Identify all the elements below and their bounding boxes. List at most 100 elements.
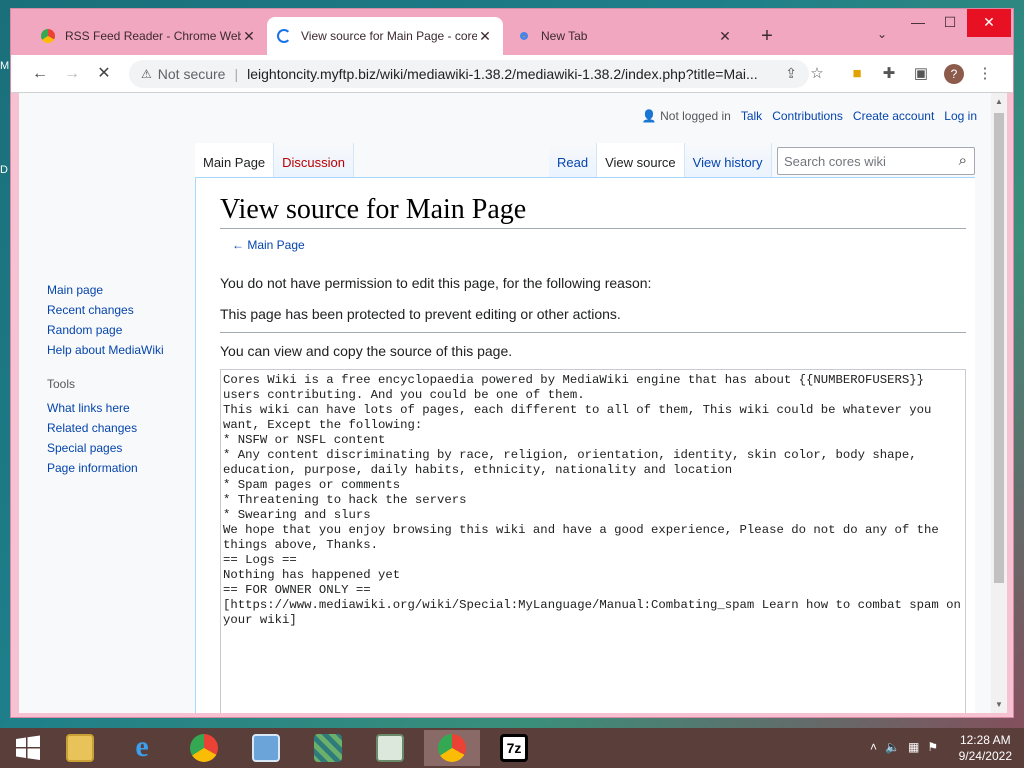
tab-label: View source for Main Page - core	[301, 29, 477, 43]
sidebar-item-what-links-here[interactable]: What links here	[47, 401, 164, 415]
view-tabs: Read View source View history	[549, 143, 772, 177]
internet-explorer-button[interactable]: e	[114, 730, 170, 766]
media-window-icon	[376, 734, 404, 762]
rss-extension-icon[interactable]: ■	[847, 64, 867, 84]
tab-main-page[interactable]: Main Page	[195, 143, 275, 177]
browser-window: RSS Feed Reader - Chrome Web ✕ View sour…	[10, 8, 1014, 718]
status-text: Not logged in	[660, 109, 731, 123]
wiki-search-box[interactable]: ⌕	[777, 147, 975, 175]
forward-arrow-icon[interactable]: →	[61, 63, 83, 85]
minimize-button[interactable]: —	[901, 9, 935, 37]
chrome-active-icon	[438, 734, 466, 762]
taskbar: e 7z ˄ 🔈 ▦ ⚑ 12:28 AM 9/24/2022	[0, 728, 1024, 768]
scroll-up-icon[interactable]: ▲	[991, 97, 1007, 106]
close-tab-icon[interactable]: ✕	[241, 28, 257, 45]
sidebar-item-main-page[interactable]: Main page	[47, 283, 164, 297]
source-textarea[interactable]: Cores Wiki is a free encyclopaedia power…	[220, 368, 966, 713]
bookmark-star-icon[interactable]: ☆	[807, 64, 827, 84]
tab-read[interactable]: Read	[549, 143, 598, 177]
close-tab-icon[interactable]: ✕	[717, 28, 733, 45]
close-window-button[interactable]: ✕	[967, 9, 1011, 37]
chevron-up-icon[interactable]: ˄	[870, 740, 877, 754]
tab-rss-feed-reader[interactable]: RSS Feed Reader - Chrome Web ✕	[31, 17, 267, 55]
page-scrollbar[interactable]: ▲ ▼	[991, 93, 1007, 713]
tab-discussion[interactable]: Discussion	[274, 143, 355, 177]
internet-explorer-icon: e	[135, 730, 149, 763]
desktop-fragment-m: M	[0, 60, 10, 72]
protected-message: This page has been protected to prevent …	[220, 306, 966, 333]
desktop-fragment-d: D	[0, 164, 8, 176]
maximize-button[interactable]: ☐	[933, 9, 967, 37]
personal-tools: 👤 Not logged in Talk Contributions Creat…	[642, 109, 977, 123]
sidebar-item-recent-changes[interactable]: Recent changes	[47, 303, 164, 317]
network-app-button[interactable]	[300, 730, 356, 766]
content-area: View source for Main Page ← Main Page Yo…	[195, 177, 975, 713]
file-explorer-button[interactable]	[52, 730, 108, 766]
tab-label: RSS Feed Reader - Chrome Web	[65, 29, 241, 43]
contributions-link[interactable]: Contributions	[772, 109, 843, 123]
namespace-tabs: Main Page Discussion	[195, 143, 355, 177]
sidebar: Main page Recent changes Random page Hel…	[47, 283, 164, 481]
start-button[interactable]	[0, 730, 56, 766]
scroll-down-icon[interactable]: ▼	[991, 700, 1007, 709]
browser-toolbar: ← → ✕ ⚠ Not secure | leightoncity.myftp.…	[11, 55, 1013, 93]
clock-time: 12:28 AM	[959, 733, 1011, 747]
tab-view-history[interactable]: View history	[684, 143, 772, 177]
sidebar-item-special-pages[interactable]: Special pages	[47, 441, 164, 455]
search-icon[interactable]: ⌕	[959, 152, 967, 169]
chrome-active-button[interactable]	[424, 730, 480, 766]
url-text[interactable]: leightoncity.myftp.biz/wiki/mediawiki-1.…	[247, 66, 767, 82]
sidebar-item-page-information[interactable]: Page information	[47, 461, 164, 475]
search-input[interactable]	[778, 153, 938, 169]
sidebar-item-related-changes[interactable]: Related changes	[47, 421, 164, 435]
chrome-button[interactable]	[176, 730, 232, 766]
stop-loading-icon[interactable]: ✕	[93, 63, 115, 85]
close-tab-icon[interactable]: ✕	[477, 28, 493, 45]
profile-avatar[interactable]: ?	[944, 64, 964, 84]
sidebar-item-random-page[interactable]: Random page	[47, 323, 164, 337]
content-inner: View source for Main Page ← Main Page Yo…	[220, 194, 966, 713]
sidebar-item-help[interactable]: Help about MediaWiki	[47, 343, 164, 357]
back-arrow-icon[interactable]: ←	[29, 63, 51, 85]
not-logged-in-status: 👤 Not logged in	[642, 109, 731, 123]
address-bar[interactable]: ⚠ Not secure | leightoncity.myftp.biz/wi…	[129, 60, 809, 88]
user-icon: 👤	[641, 109, 657, 123]
tab-strip: RSS Feed Reader - Chrome Web ✕ View sour…	[11, 9, 1013, 55]
scrollbar-thumb[interactable]	[994, 113, 1004, 583]
page-title: View source for Main Page	[220, 194, 966, 229]
control-panel-button[interactable]	[238, 730, 294, 766]
system-tray: ˄ 🔈 ▦ ⚑	[870, 740, 938, 754]
media-app-button[interactable]	[362, 730, 418, 766]
7zip-button[interactable]: 7z	[486, 730, 542, 766]
warning-triangle-icon[interactable]: ⚠	[141, 67, 152, 81]
network-icon[interactable]: ▦	[908, 740, 919, 754]
omnibox-divider: |	[234, 66, 239, 82]
chrome-icon	[190, 734, 218, 762]
talk-link[interactable]: Talk	[741, 109, 762, 123]
back-to-main-page-link[interactable]: ← Main Page	[232, 238, 305, 252]
tools-heading: Tools	[47, 377, 76, 391]
rss-favicon-icon	[41, 29, 55, 43]
clock[interactable]: 12:28 AM 9/24/2022	[959, 732, 1012, 764]
extensions-puzzle-icon[interactable]: ✚	[879, 64, 899, 84]
new-tab-button[interactable]: +	[755, 25, 779, 49]
action-center-flag-icon[interactable]: ⚑	[927, 740, 938, 754]
7zip-icon: 7z	[500, 734, 528, 762]
tab-view-source[interactable]: View source for Main Page - core ✕	[267, 17, 503, 55]
tab-label: New Tab	[541, 29, 588, 43]
security-label[interactable]: Not secure	[158, 66, 226, 82]
chrome-favicon-icon	[517, 29, 531, 43]
tab-new-tab[interactable]: New Tab ✕	[507, 17, 743, 55]
page-viewport: 👤 Not logged in Talk Contributions Creat…	[19, 93, 1007, 713]
clock-date: 9/24/2022	[958, 749, 1012, 763]
create-account-link[interactable]: Create account	[853, 109, 934, 123]
tab-view-source[interactable]: View source	[597, 143, 685, 177]
tab-search-chevron-icon[interactable]: ⌄	[877, 27, 887, 41]
side-panel-icon[interactable]: ▣	[911, 64, 931, 84]
loading-spinner-icon	[277, 29, 291, 43]
speaker-icon[interactable]: 🔈	[885, 740, 900, 754]
menu-kebab-icon[interactable]: ⋮	[975, 64, 995, 84]
windows-logo-icon	[16, 735, 40, 760]
log-in-link[interactable]: Log in	[944, 109, 977, 123]
share-icon[interactable]: ⇪	[785, 65, 797, 82]
